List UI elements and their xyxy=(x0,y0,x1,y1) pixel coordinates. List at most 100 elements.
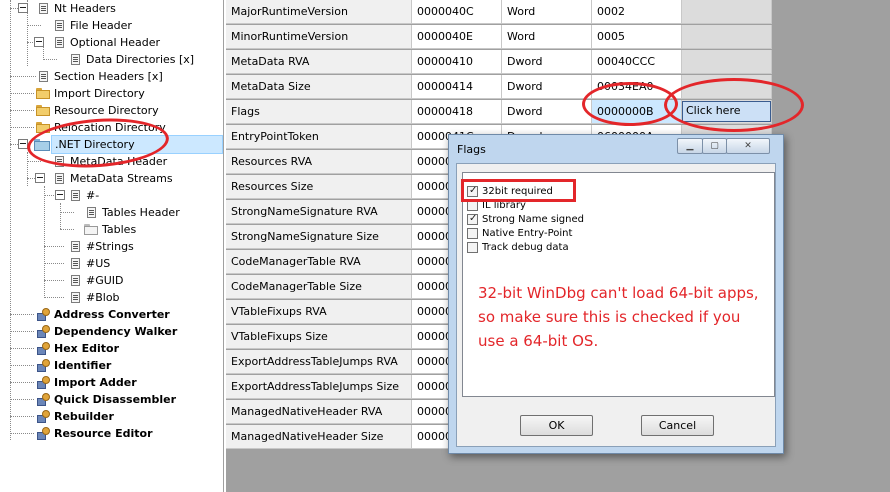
tree-item-optional-header[interactable]: Optional Header xyxy=(0,34,220,51)
document-icon xyxy=(54,173,65,184)
dialog-titlebar[interactable]: Flags ▁ ▢ ✕ xyxy=(449,135,783,161)
tool-icon xyxy=(36,410,50,424)
tool-quick-disassembler[interactable]: Quick Disassembler xyxy=(0,391,220,408)
document-icon xyxy=(38,71,49,82)
field-name-cell: ExportAddressTableJumps Size xyxy=(226,375,412,399)
field-name-cell: MinorRuntimeVersion xyxy=(226,25,412,49)
field-name-cell: ExportAddressTableJumps RVA xyxy=(226,350,412,374)
tree-item-metadata-header[interactable]: MetaData Header xyxy=(0,153,220,170)
tool-icon xyxy=(36,427,50,441)
tree-item-resource-directory[interactable]: Resource Directory xyxy=(0,102,220,119)
tool-identifier[interactable]: Identifier xyxy=(0,357,220,374)
document-icon xyxy=(38,3,49,14)
value-cell[interactable]: 0000000B xyxy=(592,100,682,124)
field-name-cell: ManagedNativeHeader RVA xyxy=(226,400,412,424)
document-icon xyxy=(70,258,81,269)
field-name-cell: Flags xyxy=(226,100,412,124)
value-cell[interactable]: 0002 xyxy=(592,0,682,24)
ok-button[interactable]: OK xyxy=(520,415,593,436)
tree-item-net-directory[interactable]: .NET Directory xyxy=(0,135,223,154)
document-icon xyxy=(54,37,65,48)
tool-icon xyxy=(36,308,50,322)
dialog-title: Flags xyxy=(457,143,486,156)
offset-cell: 0000040C xyxy=(412,0,502,24)
click-here-button[interactable]: Click here xyxy=(682,101,771,122)
maximize-button[interactable]: ▢ xyxy=(702,138,727,154)
checkbox[interactable] xyxy=(467,184,478,198)
tree-item-hash-dash[interactable]: #- xyxy=(0,187,220,204)
tree-item-us[interactable]: #US xyxy=(0,255,220,272)
tool-icon xyxy=(36,342,50,356)
value-cell[interactable]: 00040CCC xyxy=(592,50,682,74)
table-row[interactable]: MinorRuntimeVersion 0000040E Word 0005 xyxy=(226,25,890,50)
folder-icon xyxy=(36,122,50,133)
tree-item-section-headers[interactable]: Section Headers [x] xyxy=(0,68,220,85)
field-name-cell: Resources RVA xyxy=(226,150,412,174)
document-icon xyxy=(70,292,81,303)
tree-item-tables-header[interactable]: Tables Header xyxy=(0,204,220,221)
tool-icon xyxy=(36,376,50,390)
field-name-cell: EntryPointToken xyxy=(226,125,412,149)
tool-rebuilder[interactable]: Rebuilder xyxy=(0,408,220,425)
field-name-cell: StrongNameSignature RVA xyxy=(226,200,412,224)
folder-icon xyxy=(36,88,50,99)
document-icon xyxy=(70,54,81,65)
size-cell: Dword xyxy=(502,50,592,74)
tree-item-tables[interactable]: Tables xyxy=(0,221,220,238)
flags-checklist[interactable]: IL Only 32bit required IL library Strong… xyxy=(462,172,775,397)
close-button[interactable]: ✕ xyxy=(726,138,770,154)
tool-icon xyxy=(36,393,50,407)
tree-item-blob[interactable]: #Blob xyxy=(0,289,220,306)
size-cell: Dword xyxy=(502,100,592,124)
checkbox[interactable] xyxy=(467,200,478,211)
extra-cell xyxy=(682,25,772,49)
annotation-note: 32-bit WinDbg can't load 64-bit apps, so… xyxy=(478,284,759,350)
offset-cell: 00000418 xyxy=(412,100,502,124)
extra-cell xyxy=(682,75,772,99)
tree-item-data-directories[interactable]: Data Directories [x] xyxy=(0,51,220,68)
table-row[interactable]: Flags 00000418 Dword 0000000B Click here xyxy=(226,100,890,125)
tree-item-import-directory[interactable]: Import Directory xyxy=(0,85,220,102)
checkbox[interactable] xyxy=(467,212,478,226)
tree-item-strings[interactable]: #Strings xyxy=(0,238,220,255)
document-icon xyxy=(70,275,81,286)
document-icon xyxy=(70,190,81,201)
size-cell: Word xyxy=(502,0,592,24)
table-row[interactable]: MajorRuntimeVersion 0000040C Word 0002 xyxy=(226,0,890,25)
flags-dialog: Flags ▁ ▢ ✕ IL Only 32bit required IL li… xyxy=(448,134,784,454)
tool-hex-editor[interactable]: Hex Editor xyxy=(0,340,220,357)
field-name-cell: VTableFixups RVA xyxy=(226,300,412,324)
field-name-cell: CodeManagerTable Size xyxy=(226,275,412,299)
field-name-cell: MetaData Size xyxy=(226,75,412,99)
field-name-cell: Resources Size xyxy=(226,175,412,199)
table-row[interactable]: MetaData RVA 00000410 Dword 00040CCC xyxy=(226,50,890,75)
field-name-cell: StrongNameSignature Size xyxy=(226,225,412,249)
table-row[interactable]: MetaData Size 00000414 Dword 00034EA0 xyxy=(226,75,890,100)
tool-icon xyxy=(36,325,50,339)
field-name-cell: VTableFixups Size xyxy=(226,325,412,349)
size-cell: Dword xyxy=(502,75,592,99)
checkbox[interactable] xyxy=(467,172,478,182)
size-cell: Word xyxy=(502,25,592,49)
value-cell[interactable]: 0005 xyxy=(592,25,682,49)
cancel-button[interactable]: Cancel xyxy=(641,415,714,436)
tool-import-adder[interactable]: Import Adder xyxy=(0,374,220,391)
extra-cell xyxy=(682,50,772,74)
tree-item-nt-headers[interactable]: Nt Headers xyxy=(0,0,220,17)
tool-icon xyxy=(36,359,50,373)
tree-item-metadata-streams[interactable]: MetaData Streams xyxy=(0,170,220,187)
tool-resource-editor[interactable]: Resource Editor xyxy=(0,425,220,442)
net-folder-icon xyxy=(34,139,50,151)
minimize-button[interactable]: ▁ xyxy=(677,138,703,154)
folder-icon xyxy=(36,105,50,116)
tree-item-relocation-directory[interactable]: Relocation Directory xyxy=(0,119,220,136)
value-cell[interactable]: 00034EA0 xyxy=(592,75,682,99)
checkbox[interactable] xyxy=(467,228,478,239)
extra-cell xyxy=(682,0,772,24)
tool-dependency-walker[interactable]: Dependency Walker xyxy=(0,323,220,340)
tree-item-guid[interactable]: #GUID xyxy=(0,272,220,289)
document-icon xyxy=(70,241,81,252)
tree-item-file-header[interactable]: File Header xyxy=(0,17,220,34)
checkbox[interactable] xyxy=(467,242,478,253)
tool-address-converter[interactable]: Address Converter xyxy=(0,306,220,323)
